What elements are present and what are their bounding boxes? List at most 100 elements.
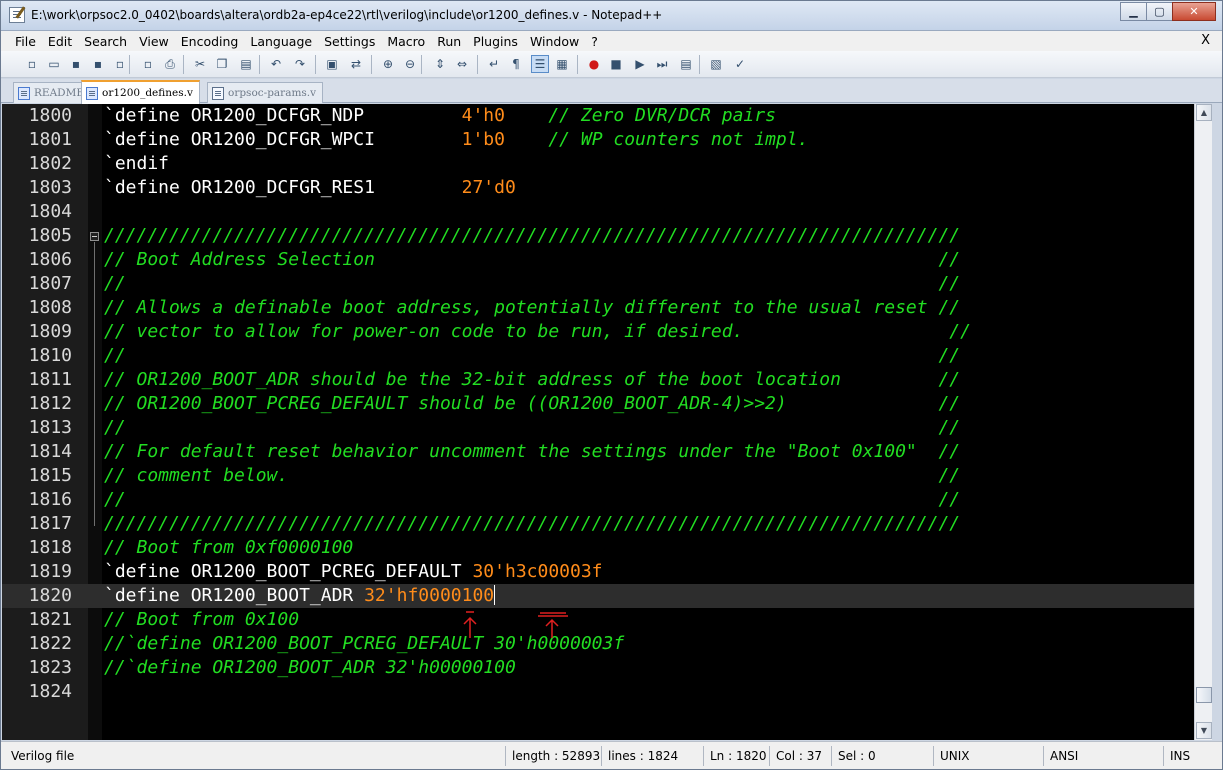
save-all-icon[interactable]: ▪ bbox=[89, 55, 107, 73]
title-bar[interactable]: E:\work\orpsoc2.0_0402\boards\altera\ord… bbox=[1, 1, 1222, 31]
minimize-button[interactable]: ▁ bbox=[1120, 2, 1147, 21]
close-window-button[interactable]: ✕ bbox=[1172, 2, 1216, 21]
code-line[interactable]: 1812 // OR1200_BOOT_PCREG_DEFAULT should … bbox=[2, 392, 1194, 416]
scroll-down-icon[interactable]: ▼ bbox=[1196, 722, 1212, 739]
sync-horizontal-icon[interactable]: ⇔ bbox=[453, 55, 471, 73]
line-code: // OR1200_BOOT_PCREG_DEFAULT should be (… bbox=[104, 392, 960, 416]
code-line[interactable]: 1808 // Allows a definable boot address, … bbox=[2, 296, 1194, 320]
scroll-up-icon[interactable]: ▲ bbox=[1196, 104, 1212, 121]
redo-icon[interactable]: ↷ bbox=[291, 55, 309, 73]
menu-settings[interactable]: Settings bbox=[324, 34, 375, 49]
record-macro-icon[interactable]: ● bbox=[585, 55, 603, 73]
play-macro-icon[interactable]: ▶ bbox=[631, 55, 649, 73]
code-line[interactable]: 1803 `define OR1200_DCFGR_RES1 27'd0 bbox=[2, 176, 1194, 200]
scroll-thumb[interactable] bbox=[1196, 687, 1212, 703]
code-line[interactable]: 1802 `endif bbox=[2, 152, 1194, 176]
current-code-line[interactable]: 1820 `define OR1200_BOOT_ADR 32'hf0000100 bbox=[2, 584, 1194, 608]
code-line[interactable]: 1822//`define OR1200_BOOT_PCREG_DEFAULT … bbox=[2, 632, 1194, 656]
code-line[interactable]: 1806 // Boot Address Selection // bbox=[2, 248, 1194, 272]
code-token: `endif bbox=[104, 153, 170, 174]
close-document-button[interactable]: X bbox=[1201, 33, 1210, 48]
line-code: // Allows a definable boot address, pote… bbox=[104, 296, 960, 320]
menu-help[interactable]: ? bbox=[591, 34, 598, 49]
menu-encoding[interactable]: Encoding bbox=[181, 34, 239, 49]
vertical-scrollbar[interactable]: ▲ ▼ bbox=[1194, 104, 1212, 740]
zoom-out-icon[interactable]: ⊖ bbox=[401, 55, 419, 73]
trim-icon[interactable]: ▧ bbox=[707, 55, 725, 73]
menu-view[interactable]: View bbox=[139, 34, 169, 49]
status-insert-mode[interactable]: INS bbox=[1163, 746, 1218, 766]
code-line[interactable]: 1809 // vector to allow for power-on code… bbox=[2, 320, 1194, 344]
code-editor[interactable]: 1800 `define OR1200_DCFGR_NDP 4'h0 // Zer… bbox=[2, 104, 1212, 740]
status-eol[interactable]: UNIX bbox=[933, 746, 1043, 766]
code-line[interactable]: 1817 ////////////////////////////////////… bbox=[2, 512, 1194, 536]
code-line[interactable]: 1818 // Boot from 0xf0000100 bbox=[2, 536, 1194, 560]
save-icon[interactable]: ▪ bbox=[67, 55, 85, 73]
show-all-chars-icon[interactable]: ¶ bbox=[507, 55, 525, 73]
indent-guide-icon[interactable]: ☰ bbox=[531, 55, 549, 73]
sync-vertical-icon[interactable]: ⇕ bbox=[431, 55, 449, 73]
line-code: `define OR1200_DCFGR_NDP 4'h0 // Zero DV… bbox=[104, 104, 776, 128]
copy-icon[interactable]: ❐ bbox=[213, 55, 231, 73]
code-line[interactable]: 1804 bbox=[2, 200, 1194, 224]
play-multi-macro-icon[interactable]: ⏭ bbox=[653, 55, 671, 73]
code-line[interactable]: 1810 // // bbox=[2, 344, 1194, 368]
menu-file[interactable]: File bbox=[15, 34, 36, 49]
line-code: `endif bbox=[104, 152, 169, 176]
comment-text: // OR1200_BOOT_ADR should be the 32-bit … bbox=[104, 369, 961, 390]
code-line[interactable]: 1807 // // bbox=[2, 272, 1194, 296]
code-line[interactable]: 1816 // // bbox=[2, 488, 1194, 512]
menu-edit[interactable]: Edit bbox=[48, 34, 72, 49]
line-code: // Boot from 0xf0000100 bbox=[104, 536, 353, 560]
menu-run[interactable]: Run bbox=[437, 34, 461, 49]
undo-icon[interactable]: ↶ bbox=[267, 55, 285, 73]
line-number: 1804 bbox=[28, 201, 72, 222]
find-icon[interactable]: ▣ bbox=[323, 55, 341, 73]
tab-readme[interactable]: README bbox=[13, 82, 91, 103]
code-line[interactable]: 1815 // comment below. // bbox=[2, 464, 1194, 488]
menu-search[interactable]: Search bbox=[84, 34, 127, 49]
tab-orpsoc-params-v[interactable]: orpsoc-params.v bbox=[207, 82, 324, 103]
menu-window[interactable]: Window bbox=[530, 34, 579, 49]
menu-language[interactable]: Language bbox=[250, 34, 312, 49]
tab-bar: README or1200_defines.v orpsoc-params.v bbox=[1, 79, 1222, 104]
stop-macro-icon[interactable]: ■ bbox=[607, 55, 625, 73]
close-file-icon[interactable]: ▫ bbox=[111, 55, 129, 73]
print-icon[interactable]: ⎙ bbox=[161, 55, 179, 73]
toolbar-separator bbox=[421, 55, 422, 74]
code-line[interactable]: 1805 ////////////////////////////////////… bbox=[2, 224, 1194, 248]
code-line[interactable]: 1801 `define OR1200_DCFGR_WPCI 1'b0 // WP… bbox=[2, 128, 1194, 152]
line-number: 1806 bbox=[28, 249, 72, 270]
code-line[interactable]: 1814 // For default reset behavior uncomm… bbox=[2, 440, 1194, 464]
status-encoding[interactable]: ANSI bbox=[1043, 746, 1163, 766]
paste-icon[interactable]: ▤ bbox=[237, 55, 255, 73]
comment-text: // For default reset behavior uncomment … bbox=[104, 441, 961, 462]
code-line[interactable]: 1823 //`define OR1200_BOOT_ADR 32'h000001… bbox=[2, 656, 1194, 680]
new-file-icon[interactable]: ▫ bbox=[23, 55, 41, 73]
code-line[interactable]: 1813 // // bbox=[2, 416, 1194, 440]
menu-macro[interactable]: Macro bbox=[387, 34, 425, 49]
comment-text: // // bbox=[104, 489, 961, 510]
code-line[interactable]: 1821 // Boot from 0x100 bbox=[2, 608, 1194, 632]
open-file-icon[interactable]: ▭ bbox=[45, 55, 63, 73]
code-line[interactable]: 1824 bbox=[2, 680, 1194, 704]
code-line[interactable]: 1800 `define OR1200_DCFGR_NDP 4'h0 // Zer… bbox=[2, 104, 1194, 128]
cut-icon[interactable]: ✂ bbox=[191, 55, 209, 73]
line-code: ////////////////////////////////////////… bbox=[104, 224, 960, 248]
tab-or1200-defines-v[interactable]: or1200_defines.v bbox=[81, 80, 200, 104]
window-title: E:\work\orpsoc2.0_0402\boards\altera\ord… bbox=[31, 8, 663, 22]
menu-plugins[interactable]: Plugins bbox=[473, 34, 518, 49]
number-literal: 1'b0 bbox=[461, 129, 505, 150]
code-line[interactable]: 1811 // OR1200_BOOT_ADR should be the 32-… bbox=[2, 368, 1194, 392]
tab-label: orpsoc-params.v bbox=[228, 87, 317, 99]
code-line[interactable]: 1819 `define OR1200_BOOT_PCREG_DEFAULT 30… bbox=[2, 560, 1194, 584]
word-wrap-icon[interactable]: ↵ bbox=[485, 55, 503, 73]
maximize-button[interactable]: ▢ bbox=[1146, 2, 1173, 21]
line-code: // comment below. // bbox=[104, 464, 960, 488]
replace-icon[interactable]: ⇄ bbox=[347, 55, 365, 73]
zoom-in-icon[interactable]: ⊕ bbox=[379, 55, 397, 73]
close-all-icon[interactable]: ▫ bbox=[139, 55, 157, 73]
spellcheck-icon[interactable]: ✓ bbox=[731, 55, 749, 73]
save-macro-icon[interactable]: ▤ bbox=[677, 55, 695, 73]
user-lang-icon[interactable]: ▦ bbox=[553, 55, 571, 73]
